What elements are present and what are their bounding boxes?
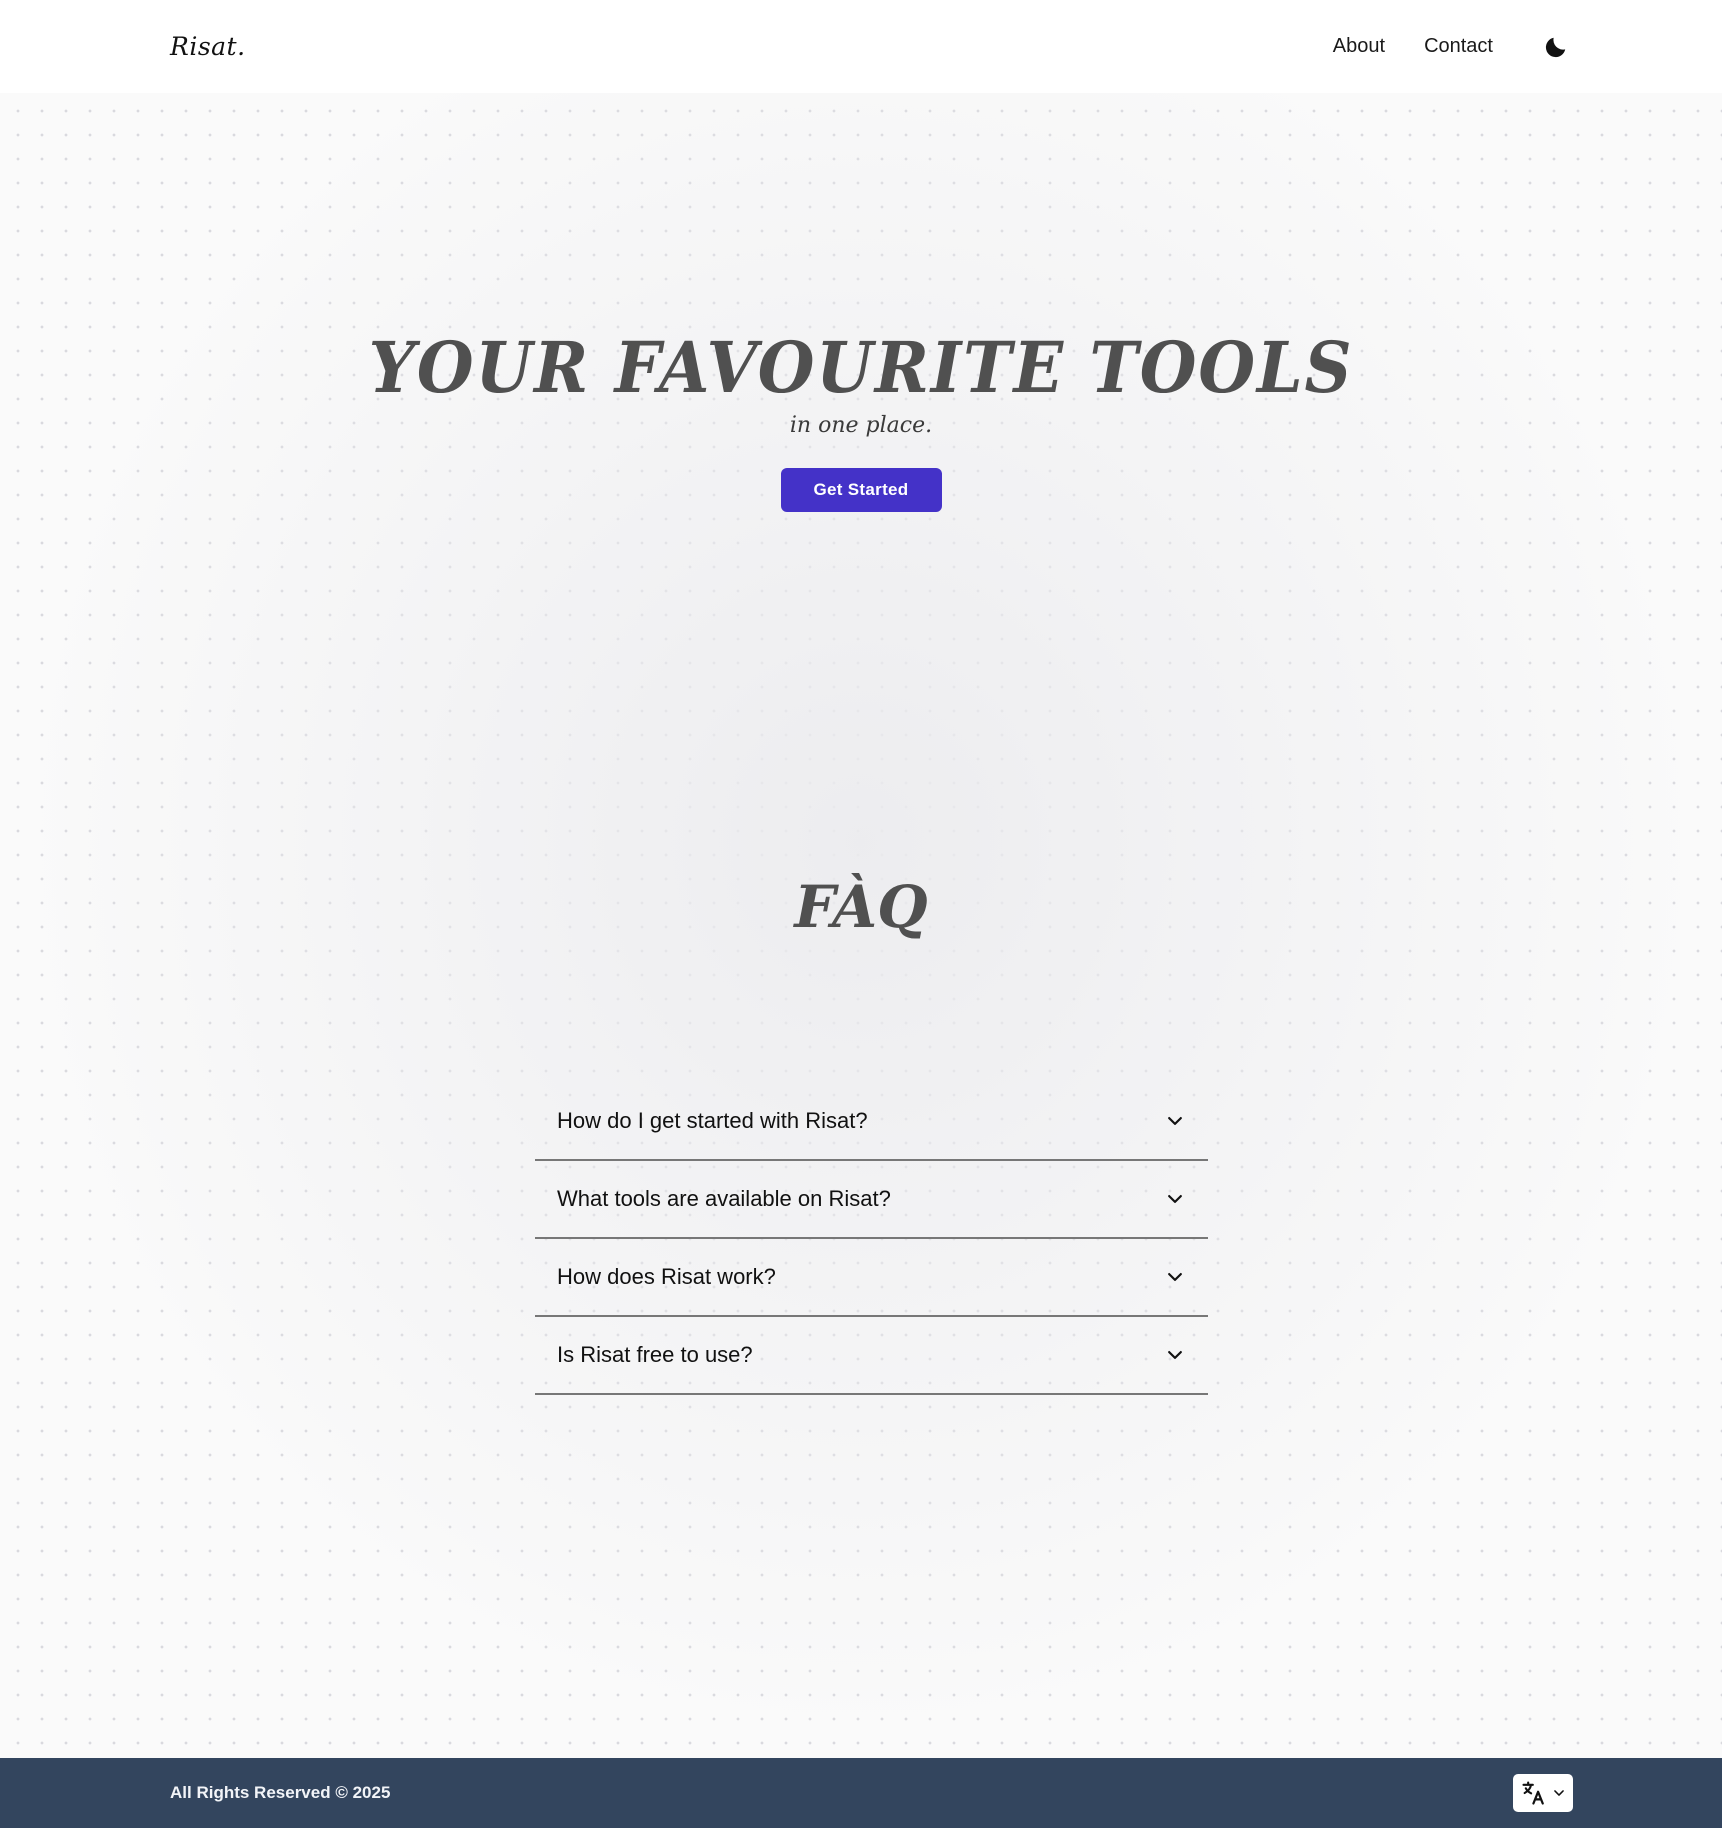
faq-item[interactable]: Is Risat free to use? [535, 1317, 1208, 1395]
faq-item[interactable]: How does Risat work? [535, 1239, 1208, 1317]
faq-question: Is Risat free to use? [557, 1342, 753, 1367]
faq-item[interactable]: What tools are available on Risat? [535, 1161, 1208, 1239]
nav-about-link[interactable]: About [1333, 35, 1385, 58]
chevron-down-icon [1554, 1790, 1564, 1796]
hero-title: YOUR FAVOURITE TOOLS [368, 326, 1354, 409]
navbar: Risat. About Contact [0, 0, 1722, 93]
translate-icon [1522, 1781, 1544, 1805]
faq-list: How do I get started with Risat? What to… [535, 1083, 1208, 1395]
main-content: YOUR FAVOURITE TOOLS in one place. Get S… [0, 93, 1722, 1758]
faq-question: How does Risat work? [557, 1264, 776, 1289]
brand-logo[interactable]: Risat. [170, 32, 246, 61]
language-select[interactable] [1513, 1774, 1573, 1812]
faq-question: What tools are available on Risat? [557, 1186, 891, 1211]
chevron-down-icon [1164, 1344, 1186, 1366]
moon-icon [1545, 37, 1566, 57]
chevron-down-icon [1164, 1110, 1186, 1132]
get-started-button[interactable]: Get Started [780, 468, 942, 512]
nav-links: About Contact [1333, 31, 1572, 63]
faq-title: FÀQ [794, 873, 928, 941]
hero-section: YOUR FAVOURITE TOOLS in one place. Get S… [0, 333, 1722, 512]
chevron-down-icon [1164, 1188, 1186, 1210]
chevron-down-icon [1164, 1266, 1186, 1288]
hero-subtitle: in one place. [789, 413, 933, 438]
faq-item[interactable]: How do I get started with Risat? [535, 1083, 1208, 1161]
copyright-text: All Rights Reserved © 2025 [170, 1783, 391, 1802]
footer: All Rights Reserved © 2025 [0, 1758, 1722, 1828]
nav-contact-link[interactable]: Contact [1424, 35, 1493, 58]
theme-toggle-button[interactable] [1540, 31, 1572, 63]
faq-question: How do I get started with Risat? [557, 1108, 868, 1133]
